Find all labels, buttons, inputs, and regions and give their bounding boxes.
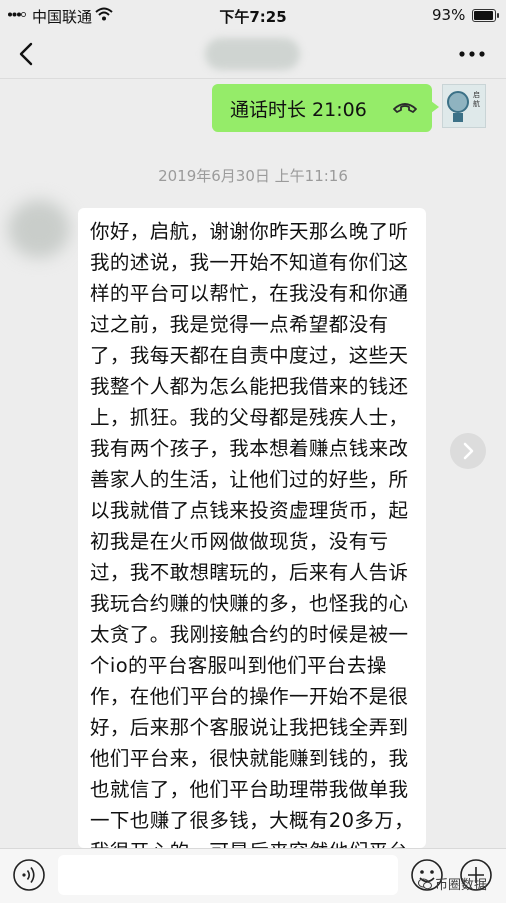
call-duration-text: 通话时长 21:06 <box>230 99 367 121</box>
wechat-logo-icon <box>418 878 432 889</box>
incoming-message-bubble[interactable]: 你好，启航，谢谢你昨天那么晚了听我的述说，我一开始不知道有你们这样的平台可以帮忙… <box>78 208 426 848</box>
voice-icon[interactable] <box>12 858 46 892</box>
status-bar: 中国联通 下午7:25 93% <box>0 0 506 30</box>
status-time: 下午7:25 <box>219 8 287 26</box>
battery-level <box>474 11 493 20</box>
avatar-other[interactable] <box>8 200 70 258</box>
call-record-bubble[interactable]: 通话时长 21:06 <box>212 84 439 132</box>
message-input[interactable] <box>58 855 398 895</box>
contact-name-blurred <box>205 38 300 70</box>
bulb-base <box>453 113 463 122</box>
battery-icon <box>472 9 499 22</box>
forward-arrow-icon <box>463 442 474 460</box>
message-text: 你好，启航，谢谢你昨天那么晚了听我的述说，我一开始不知道有你们这样的平台可以帮忙… <box>90 220 415 848</box>
avatar-self[interactable]: 启航 <box>442 84 486 128</box>
phone-hangup-icon <box>393 103 417 113</box>
chevron-left-icon[interactable] <box>14 40 40 68</box>
bulb-logo-icon <box>447 91 469 113</box>
more-dots-icon[interactable] <box>454 40 490 68</box>
message-timestamp: 2019年6月30日 上午11:16 <box>158 167 348 185</box>
forward-button[interactable] <box>450 433 486 469</box>
battery-percent: 93% <box>432 6 466 24</box>
avatar-brand-text: 启航 <box>473 91 480 108</box>
watermark: 币圈数据 <box>418 874 487 893</box>
chat-header <box>0 30 506 79</box>
watermark-text: 币圈数据 <box>435 878 488 893</box>
